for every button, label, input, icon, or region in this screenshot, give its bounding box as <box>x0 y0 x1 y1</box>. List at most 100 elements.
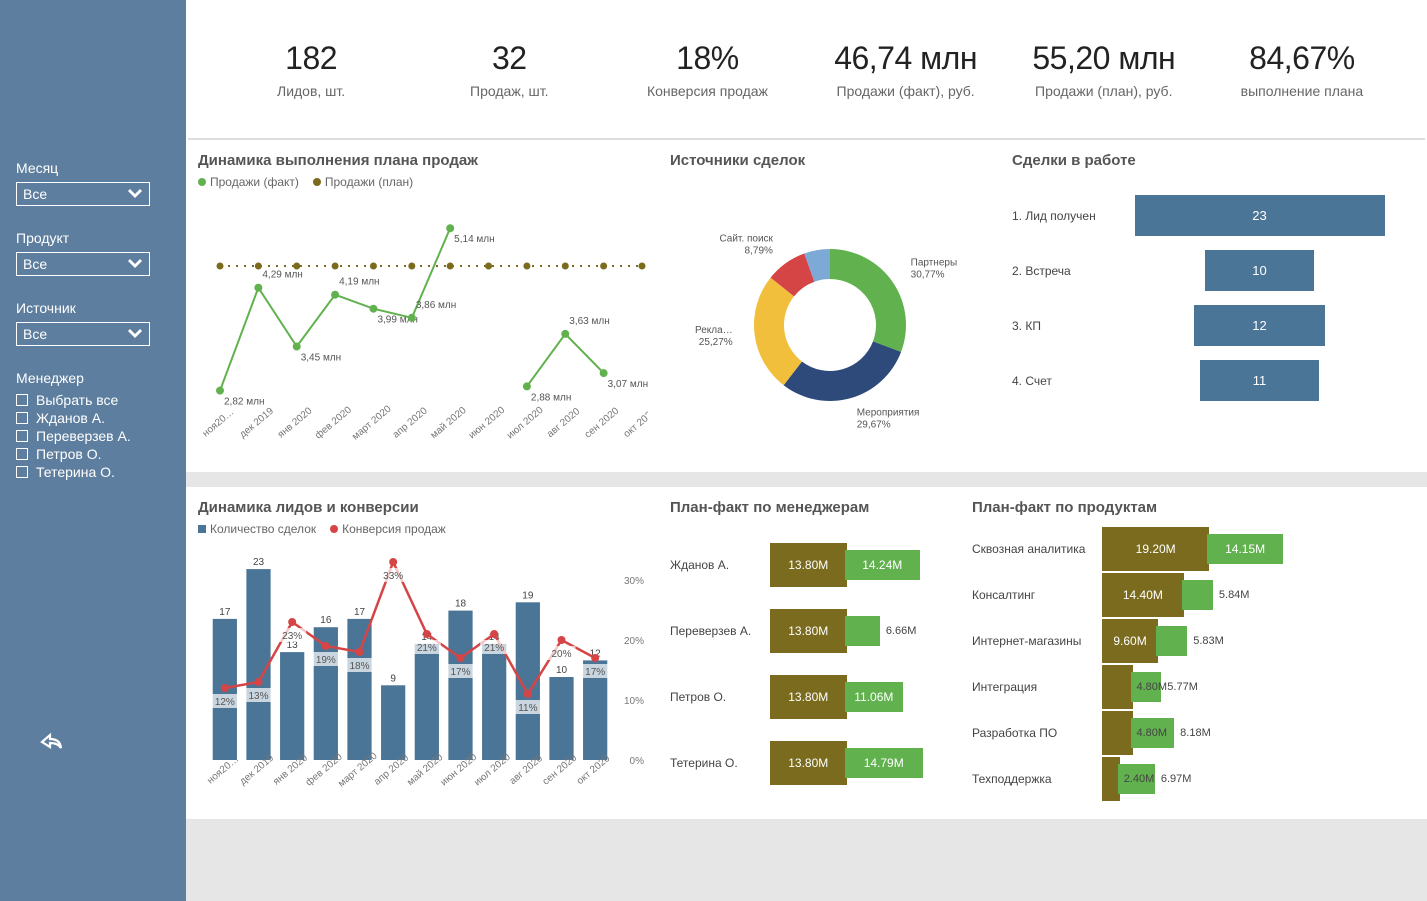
svg-text:окт 2020: окт 2020 <box>622 406 648 440</box>
svg-text:25,27%: 25,27% <box>699 337 733 348</box>
kpi-value: 18% <box>608 40 806 77</box>
kpi-label: Лидов, шт. <box>212 83 410 99</box>
chart-title: Источники сделок <box>670 152 990 169</box>
manager-check-item[interactable]: Выбрать все <box>16 392 170 408</box>
pf-row: Интернет-магазины 9.60M 5.83M <box>972 618 1415 664</box>
manager-name: Выбрать все <box>36 392 118 408</box>
pf-row-label: Консалтинг <box>972 588 1102 602</box>
svg-text:9: 9 <box>390 673 396 684</box>
pf-row: Сквозная аналитика 19.20M 14.15M <box>972 526 1415 572</box>
kpi-card: 182Лидов, шт. <box>212 40 410 99</box>
pf-plan-bar: 13.80M <box>770 543 847 587</box>
filter-product: Продукт Все <box>16 230 170 276</box>
filter-source-value: Все <box>23 326 47 342</box>
chart-title: Динамика лидов и конверсии <box>198 499 648 516</box>
funnel-stage-label: 3. КП <box>1012 319 1104 333</box>
pf-fact-label: 5.83M <box>1193 635 1224 647</box>
manager-check-item[interactable]: Жданов А. <box>16 410 170 426</box>
chart-leads-body: 1723131617914181419101212%13%23%19%18%33… <box>198 540 648 815</box>
svg-text:23: 23 <box>253 557 265 568</box>
pf-fact-bar: 14.24M <box>845 550 920 580</box>
funnel-row: 3. КП 12 <box>1012 305 1415 346</box>
manager-check-item[interactable]: Переверзев А. <box>16 428 170 444</box>
kpi-value: 84,67% <box>1203 40 1401 77</box>
svg-text:30,77%: 30,77% <box>911 269 945 280</box>
funnel-stage-label: 4. Счет <box>1012 374 1104 388</box>
svg-text:19: 19 <box>522 590 534 601</box>
svg-text:июл 2020: июл 2020 <box>505 405 546 442</box>
funnel-bar: 12 <box>1194 305 1324 346</box>
svg-text:янв 2020: янв 2020 <box>276 405 315 440</box>
svg-text:20%: 20% <box>624 636 644 647</box>
pf-fact-label: 6.66M <box>886 625 917 637</box>
pf-row: Тетерина О. 13.80M 14.79M <box>670 730 950 796</box>
chart-funnel: Сделки в работе 1. Лид получен 232. Встр… <box>1002 140 1425 472</box>
bottom-charts-row: Динамика лидов и конверсии Количество сд… <box>186 487 1427 819</box>
svg-text:4,29 млн: 4,29 млн <box>262 270 302 281</box>
pf-row: Петров О. 13.80M 11.06M <box>670 664 950 730</box>
legend-plan: Продажи (план) <box>313 175 413 189</box>
sidebar: Месяц Все Продукт Все Источник Все Менед… <box>0 0 186 901</box>
funnel-stage-label: 2. Встреча <box>1012 264 1104 278</box>
pf-fact-label: 6.97M <box>1161 773 1192 785</box>
svg-text:10: 10 <box>556 665 568 676</box>
pf-row: Жданов А. 13.80M 14.24M <box>670 532 950 598</box>
svg-text:2,88 млн: 2,88 млн <box>531 392 571 403</box>
pf-row-label: Петров О. <box>670 690 770 704</box>
manager-name: Петров О. <box>36 446 101 462</box>
filter-source-select[interactable]: Все <box>16 322 150 346</box>
svg-text:5,14 млн: 5,14 млн <box>454 234 494 245</box>
manager-check-item[interactable]: Тетерина О. <box>16 464 170 480</box>
filter-product-select[interactable]: Все <box>16 252 150 276</box>
funnel-bar: 11 <box>1200 360 1320 401</box>
pf-row: Интеграция 4.80M 5.77M <box>972 664 1415 710</box>
svg-text:20%: 20% <box>551 649 571 660</box>
manager-name: Тетерина О. <box>36 464 115 480</box>
svg-text:Мероприятия: Мероприятия <box>857 407 920 418</box>
filter-manager-label: Менеджер <box>16 370 170 386</box>
manager-check-item[interactable]: Петров О. <box>16 446 170 462</box>
svg-text:13%: 13% <box>248 691 268 702</box>
kpi-value: 32 <box>410 40 608 77</box>
pf-fact-label: 8.18M <box>1180 727 1211 739</box>
svg-text:17: 17 <box>219 607 231 618</box>
filter-month-select[interactable]: Все <box>16 182 150 206</box>
kpi-label: Конверсия продаж <box>608 83 806 99</box>
pf-row-label: Переверзев А. <box>670 624 770 638</box>
svg-text:Рекла…: Рекла… <box>695 325 733 336</box>
svg-text:сен 2020: сен 2020 <box>583 405 622 440</box>
pf-row: Техподдержка 2.40M 6.97M <box>972 756 1415 802</box>
top-charts-row: Динамика выполнения плана продаж Продажи… <box>186 140 1427 472</box>
svg-text:33%: 33% <box>383 571 403 582</box>
svg-text:17: 17 <box>354 607 366 618</box>
funnel-bar: 10 <box>1205 250 1314 291</box>
pf-row-label: Жданов А. <box>670 558 770 572</box>
svg-text:18: 18 <box>455 599 467 610</box>
svg-text:29,67%: 29,67% <box>857 419 891 430</box>
svg-text:11%: 11% <box>518 703 537 714</box>
chart-pf-products: План-факт по продуктам Сквозная аналитик… <box>962 487 1425 819</box>
svg-text:0%: 0% <box>630 756 645 767</box>
manager-list: Выбрать все Жданов А. Переверзев А. Петров … <box>16 392 170 480</box>
pf-plan-bar <box>1102 711 1133 755</box>
back-button[interactable] <box>36 732 66 761</box>
pf-plan-bar: 13.80M <box>770 609 847 653</box>
svg-text:17%: 17% <box>450 667 470 678</box>
pf-row-label: Тетерина О. <box>670 756 770 770</box>
svg-text:Партнеры: Партнеры <box>911 257 958 268</box>
pf-fact-bar <box>845 616 880 646</box>
chart-sources: Источники сделок Партнеры30,77% Мероприят… <box>660 140 1000 472</box>
pf-fact-bar: 14.79M <box>845 748 923 778</box>
pf-row: Разработка ПО 4.80M 8.18M <box>972 710 1415 756</box>
chart-dynamics-plan: Динамика выполнения плана продаж Продажи… <box>188 140 658 472</box>
pf-fact-bar: 11.06M <box>845 682 904 712</box>
pf-fact-bar: 14.15M <box>1207 534 1283 564</box>
pf-plan-bar: 14.40M <box>1102 573 1184 617</box>
pf-plan-bar: 9.60M <box>1102 619 1158 663</box>
pf-fact-label: 5.84M <box>1219 589 1250 601</box>
checkbox-icon <box>16 448 28 460</box>
chevron-down-icon <box>127 258 143 270</box>
svg-text:май 2020: май 2020 <box>429 405 469 441</box>
pf-row-label: Интернет-магазины <box>972 634 1102 648</box>
main: 182Лидов, шт.32Продаж, шт.18%Конверсия п… <box>186 0 1427 901</box>
